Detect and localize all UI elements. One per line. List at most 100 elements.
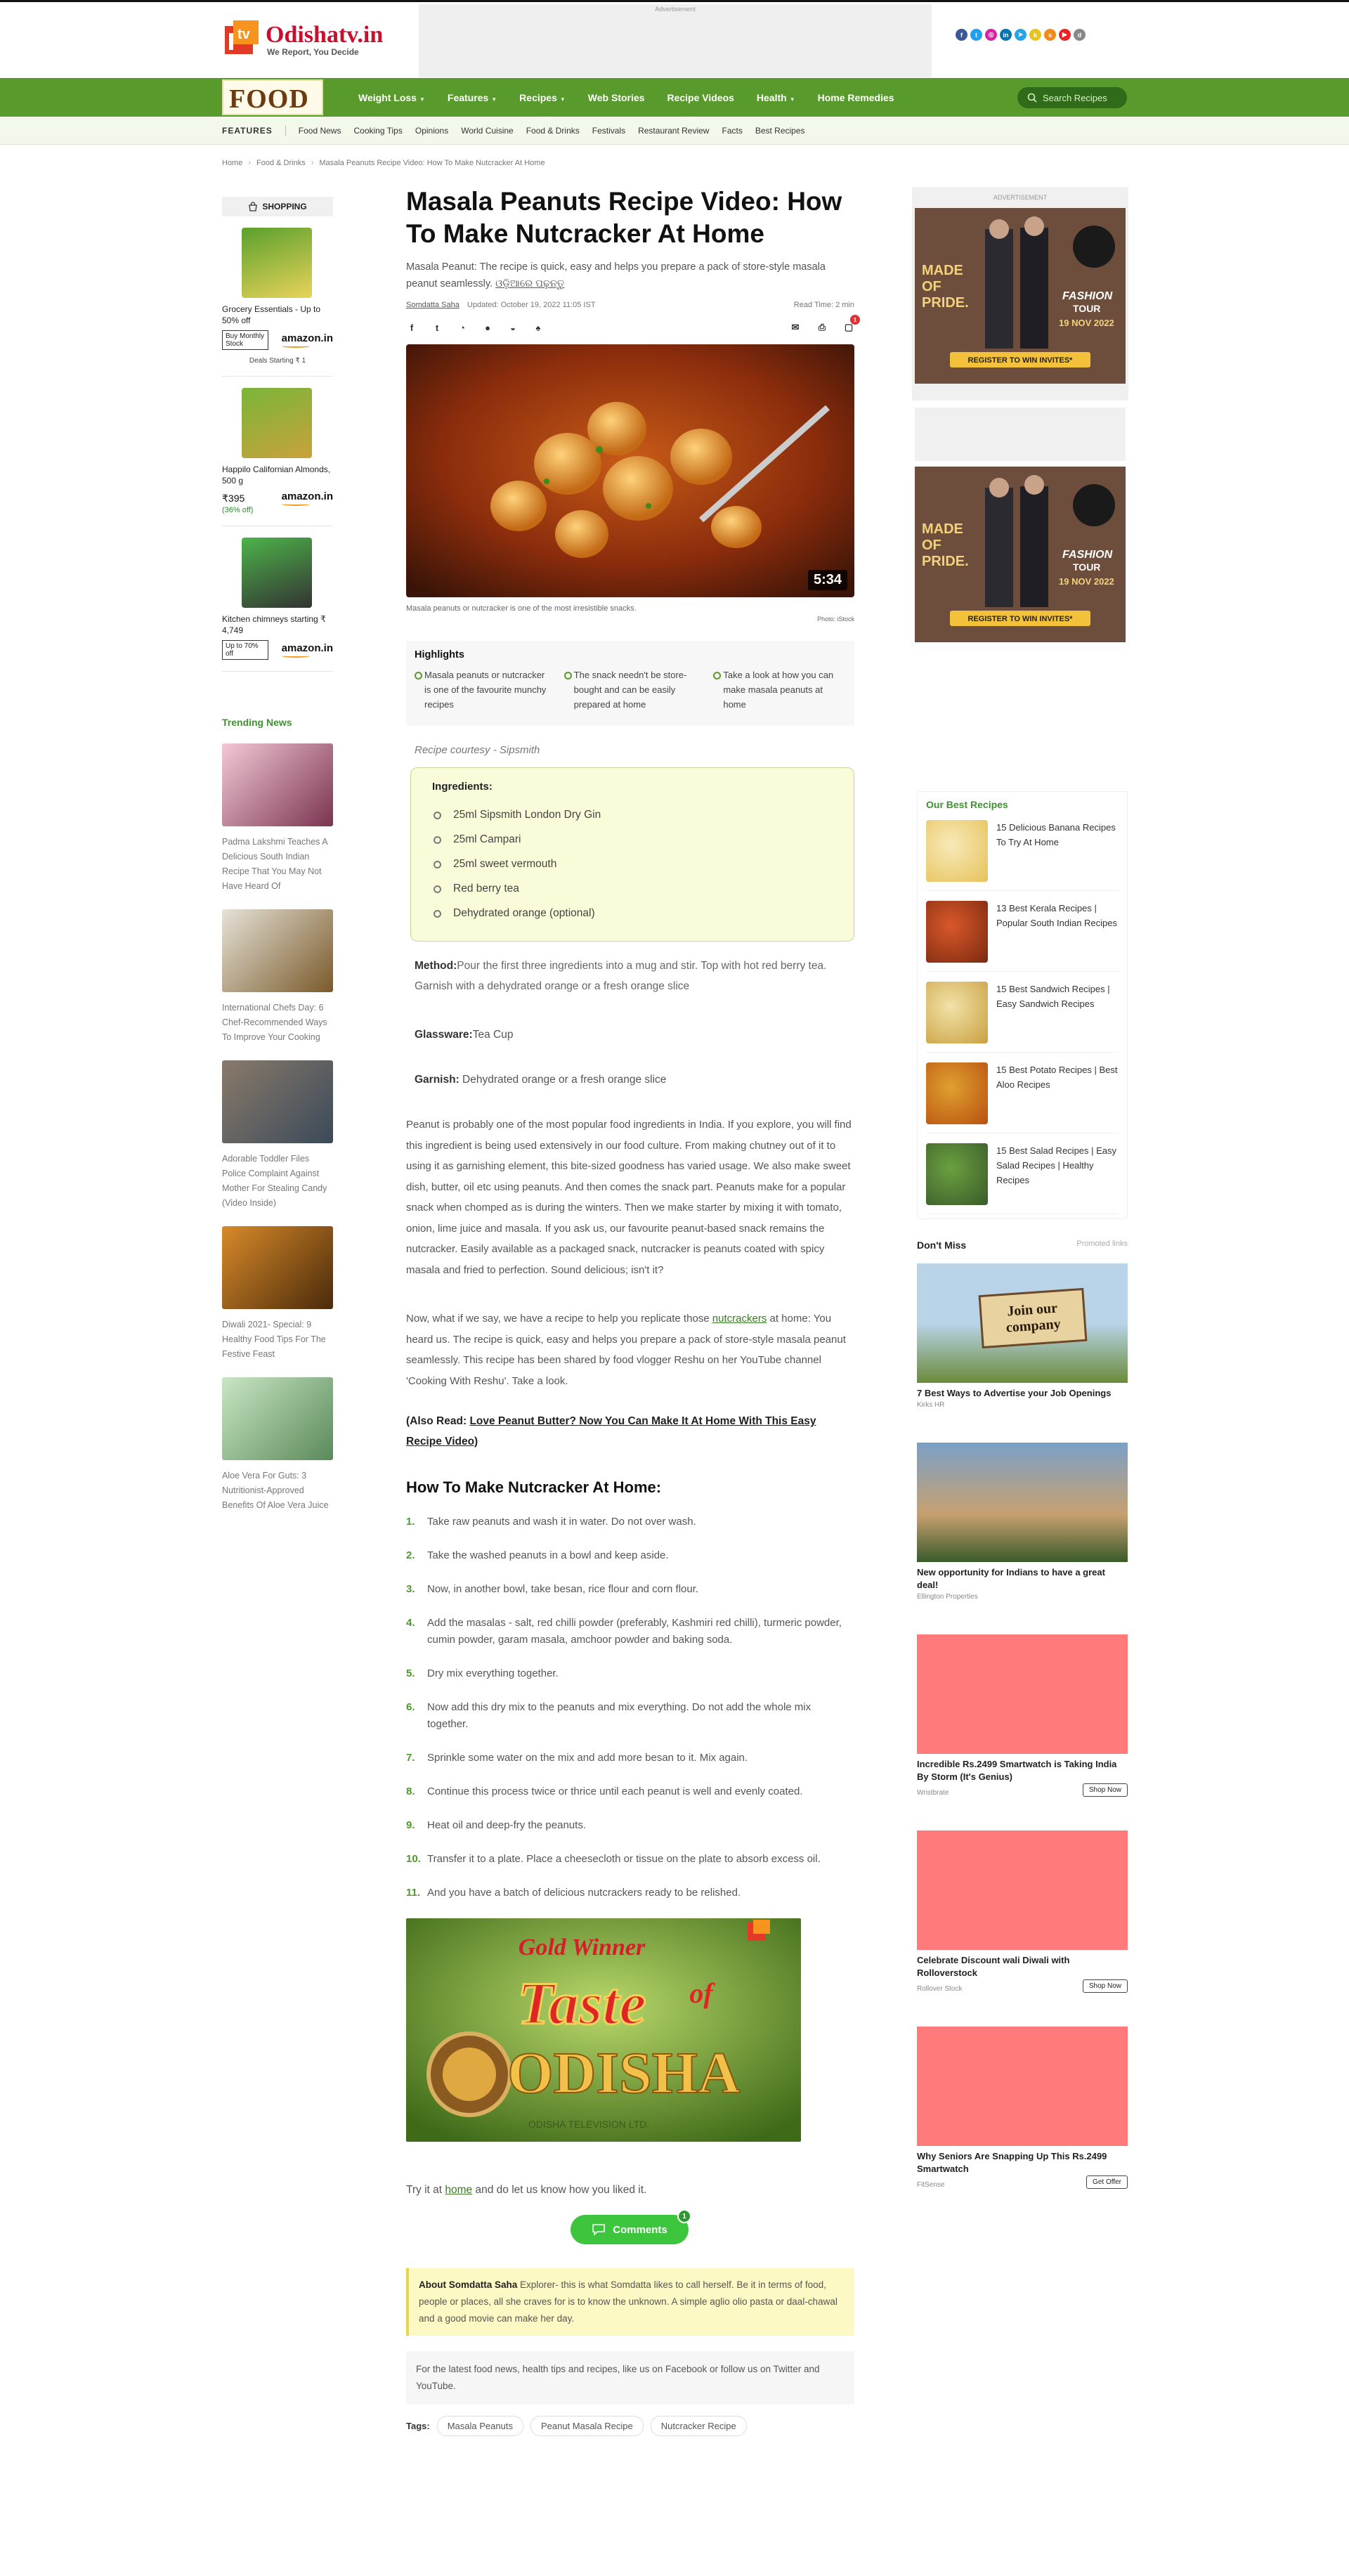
instagram-icon[interactable]: ◎ bbox=[985, 29, 997, 41]
chevron-down-icon: ▼ bbox=[419, 96, 425, 103]
promoted-cta-button[interactable]: Shop Now bbox=[1082, 1979, 1128, 1993]
whatsapp-share-icon[interactable]: ◔ bbox=[457, 322, 468, 333]
trending-item[interactable]: Aloe Vera For Guts: 3 Nutritionist-Appro… bbox=[222, 1377, 333, 1513]
fashion-ad-graphic: MADEOFPRIDE. FASHIONTOUR 19 NOV 2022 REGIST… bbox=[915, 208, 1126, 384]
features-link[interactable]: Food News bbox=[299, 126, 341, 136]
product-discount: (36% off) bbox=[222, 506, 254, 514]
promo-footer: ODISHA TELEVISION LTD. bbox=[528, 2119, 649, 2130]
svg-text:PRIDE.: PRIDE. bbox=[922, 554, 969, 569]
read-in-odia-link[interactable]: ଓଡ଼ିଆରେ ପଢ଼ନ୍ତୁ bbox=[495, 278, 564, 290]
site-name: Odishatv.in bbox=[266, 22, 384, 48]
dailyhunt-icon[interactable]: d bbox=[1074, 29, 1086, 41]
best-recipe-item[interactable]: 15 Best Sandwich Recipes | Easy Sandwich… bbox=[926, 982, 1119, 1053]
product-card[interactable]: Kitchen chimneys starting ₹ 4,749 Up to 7… bbox=[222, 538, 333, 672]
trending-item[interactable]: Diwali 2021- Special: 9 Healthy Food Tip… bbox=[222, 1226, 333, 1362]
follow-box: For the latest food news, health tips an… bbox=[406, 2351, 854, 2405]
garnish-label: Garnish: bbox=[415, 1074, 460, 1086]
promoted-card[interactable]: Why Seniors Are Snapping Up This Rs.2499… bbox=[917, 2027, 1128, 2189]
linkedin-icon[interactable]: in bbox=[1000, 29, 1012, 41]
breadcrumb-item[interactable]: Home bbox=[222, 159, 242, 167]
trending-item[interactable]: International Chefs Day: 6 Chef-Recommen… bbox=[222, 909, 333, 1045]
step-item: 10. Transfer it to a plate. Place a chees… bbox=[406, 1851, 854, 1868]
promoted-image: Join our company bbox=[917, 1263, 1128, 1383]
features-link[interactable]: Facts bbox=[722, 126, 742, 136]
author-link[interactable]: Somdatta Saha bbox=[406, 301, 460, 309]
taste-of-odisha-promo[interactable]: Gold Winner Taste of ODISHA ODISHA TELEV… bbox=[406, 1918, 801, 2142]
print-icon[interactable]: ⎙ bbox=[816, 322, 828, 333]
trending-item[interactable]: Padma Lakshmi Teaches A Delicious South … bbox=[222, 743, 333, 894]
best-recipe-item[interactable]: 13 Best Kerala Recipes | Popular South I… bbox=[926, 901, 1119, 972]
nav-item-recipes[interactable]: Recipes ▼ bbox=[519, 92, 566, 103]
promo-title-1: Taste bbox=[517, 1970, 646, 2037]
svg-text:19 NOV 2022: 19 NOV 2022 bbox=[1059, 576, 1114, 587]
telegram-icon[interactable]: ➤ bbox=[1015, 29, 1027, 41]
snapchat-share-icon[interactable]: ♠ bbox=[533, 322, 544, 333]
promoted-card[interactable]: Join our company 7 Best Ways to Advertise… bbox=[917, 1263, 1128, 1409]
features-link[interactable]: Food & Drinks bbox=[526, 126, 580, 136]
features-link[interactable]: Opinions bbox=[415, 126, 448, 136]
koo-share-icon[interactable]: ◒ bbox=[507, 322, 519, 333]
reddit-share-icon[interactable]: ● bbox=[482, 322, 493, 333]
site-logo[interactable]: tv Odishatv.in We Report, You Decide bbox=[222, 20, 419, 60]
tag-chip[interactable]: Masala Peanuts bbox=[436, 2416, 523, 2436]
nav-item-weight-loss[interactable]: Weight Loss ▼ bbox=[358, 92, 425, 103]
top-ad-banner[interactable]: Advertisement bbox=[419, 4, 932, 77]
nav-item-features[interactable]: Features ▼ bbox=[448, 92, 497, 103]
email-share-icon[interactable]: ✉ bbox=[790, 322, 801, 333]
promoted-links-label: Promoted links bbox=[1076, 1240, 1128, 1248]
features-link[interactable]: Cooking Tips bbox=[353, 126, 402, 136]
breadcrumb-item[interactable]: Food & Drinks bbox=[256, 159, 306, 167]
tags-row: Tags: Masala Peanuts Peanut Masala Recipe… bbox=[406, 2416, 854, 2436]
sharechat-icon[interactable]: s bbox=[1044, 29, 1056, 41]
features-link[interactable]: Restaurant Review bbox=[638, 126, 709, 136]
fashion-ad-image-2[interactable]: MADE OF PRIDE. FASHION TOUR 19 NOV 2022 REGIST… bbox=[915, 467, 1126, 642]
trending-title: Padma Lakshmi Teaches A Delicious South … bbox=[222, 837, 327, 891]
promoted-card[interactable]: Celebrate Discount wali Diwali with Roll… bbox=[917, 1830, 1128, 1993]
nav-item-health[interactable]: Health ▼ bbox=[757, 92, 795, 103]
product-row: Up to 70% off amazon.in bbox=[222, 640, 333, 660]
facebook-icon[interactable]: f bbox=[956, 29, 967, 41]
product-offer-button[interactable]: Up to 70% off bbox=[222, 640, 268, 660]
trending-title: Aloe Vera For Guts: 3 Nutritionist-Appro… bbox=[222, 1471, 329, 1510]
breadcrumb: Home › Food & Drinks › Masala Peanuts Recipe… bbox=[222, 159, 545, 167]
product-card[interactable]: Grocery Essentials - Up to 50% off Buy Mo… bbox=[222, 228, 333, 377]
features-bar: FEATURES Food News Cooking Tips Opinions Wo… bbox=[0, 117, 1349, 145]
step-text: Take the washed peanuts in a bowl and ke… bbox=[427, 1549, 669, 1561]
nav-item-home-remedies[interactable]: Home Remedies bbox=[818, 92, 894, 103]
comments-button[interactable]: Comments 1 bbox=[571, 2209, 691, 2244]
promoted-title: Why Seniors Are Snapping Up This Rs.2499… bbox=[917, 2151, 1107, 2174]
home-link[interactable]: home bbox=[445, 2184, 472, 2196]
facebook-share-icon[interactable]: f bbox=[406, 322, 417, 333]
tag-chip[interactable]: Nutcracker Recipe bbox=[650, 2416, 747, 2436]
koo-icon[interactable]: k bbox=[1029, 29, 1041, 41]
best-recipe-item[interactable]: 15 Best Salad Recipes | Easy Salad Recip… bbox=[926, 1143, 1119, 1214]
food-section-logo[interactable]: FOOD bbox=[222, 79, 323, 115]
features-link[interactable]: Festivals bbox=[592, 126, 625, 136]
step-item: 9. Heat oil and deep-fry the peanuts. bbox=[406, 1817, 854, 1834]
nav-item-web-stories[interactable]: Web Stories bbox=[588, 92, 645, 103]
promoted-cta-button[interactable]: Shop Now bbox=[1082, 1783, 1128, 1797]
search-recipes-button[interactable]: Search Recipes bbox=[1017, 87, 1127, 108]
nutcrackers-link[interactable]: nutcrackers bbox=[712, 1313, 767, 1325]
features-link[interactable]: Best Recipes bbox=[755, 126, 805, 136]
promoted-card[interactable]: Incredible Rs.2499 Smartwatch is Taking … bbox=[917, 1634, 1128, 1797]
right-ad-1[interactable]: ADVERTISEMENT MADE OF PRIDE. FASHION TOUR 19 … bbox=[912, 187, 1128, 401]
product-offer-button[interactable]: Buy Monthly Stock bbox=[222, 330, 268, 350]
chat-bubble-icon bbox=[592, 2224, 606, 2236]
features-link[interactable]: World Cuisine bbox=[461, 126, 513, 136]
best-recipe-item[interactable]: 15 Delicious Banana Recipes To Try At Ho… bbox=[926, 820, 1119, 891]
best-recipe-item[interactable]: 15 Best Potato Recipes | Best Aloo Recip… bbox=[926, 1062, 1119, 1133]
tag-chip[interactable]: Peanut Masala Recipe bbox=[530, 2416, 644, 2436]
promoted-cta-button[interactable]: Get Offer bbox=[1086, 2175, 1128, 2189]
nav-item-recipe-videos[interactable]: Recipe Videos bbox=[667, 92, 734, 103]
twitter-icon[interactable]: t bbox=[970, 29, 982, 41]
comment-icon[interactable]: ▢ 1 bbox=[843, 315, 860, 333]
product-card[interactable]: Happilo Californian Almonds, 500 g ₹395 am… bbox=[222, 388, 333, 526]
youtube-icon[interactable]: ▶ bbox=[1059, 29, 1071, 41]
recipe-video-player[interactable]: 5:34 bbox=[406, 344, 854, 597]
trending-item[interactable]: Adorable Toddler Files Police Complaint … bbox=[222, 1060, 333, 1211]
best-recipe-image bbox=[926, 1143, 988, 1205]
product-image bbox=[242, 228, 312, 298]
twitter-share-icon[interactable]: t bbox=[431, 322, 443, 333]
promoted-card[interactable]: New opportunity for Indians to have a gr… bbox=[917, 1443, 1128, 1601]
